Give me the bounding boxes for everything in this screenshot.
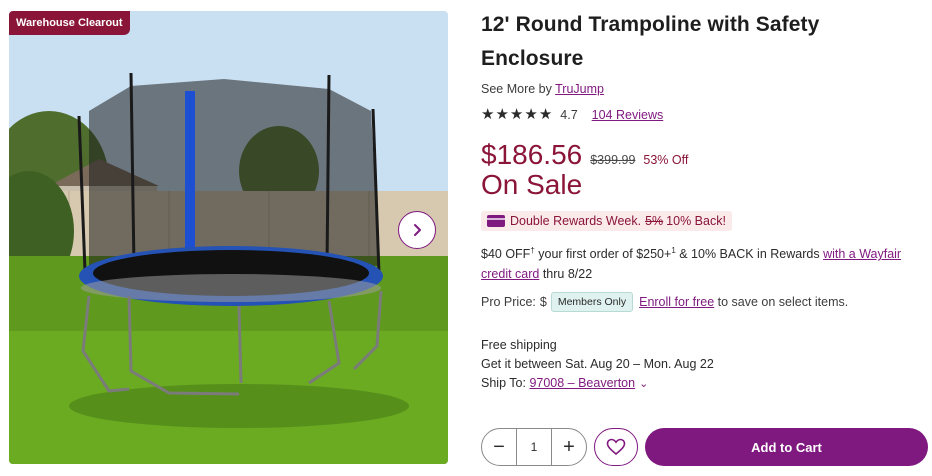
- star-icon: ★: [509, 106, 524, 123]
- star-rating: ★ ★ ★ ★ ★: [481, 107, 552, 122]
- on-sale-label: On Sale: [481, 169, 583, 200]
- product-image-gallery[interactable]: Warehouse Clearout: [9, 11, 448, 464]
- rating-value: 4.7: [560, 107, 578, 122]
- heart-icon: [606, 438, 626, 456]
- see-more-label: See More by: [481, 82, 552, 96]
- brand-link[interactable]: TruJump: [555, 82, 604, 96]
- increase-quantity-button[interactable]: +: [552, 429, 586, 465]
- pro-price-dollar: $: [539, 295, 547, 310]
- offer-text-1: your first order of $250+: [534, 247, 672, 262]
- warehouse-clearout-badge: Warehouse Clearout: [9, 11, 130, 35]
- rewards-new-pct: 10% Back!: [666, 214, 726, 228]
- price-row: $186.56 $399.99 53% Off: [481, 139, 921, 171]
- quantity-input[interactable]: 1: [516, 429, 552, 465]
- quantity-stepper: − 1 +: [481, 428, 587, 466]
- offer-amount: $40 OFF: [481, 247, 531, 262]
- percent-off: 53% Off: [643, 153, 689, 167]
- shipping-info: Free shipping Get it between Sat. Aug 20…: [481, 336, 921, 394]
- reviews-link[interactable]: 104 Reviews: [592, 108, 664, 122]
- add-to-favorites-button[interactable]: [594, 428, 638, 466]
- pro-price-suffix: to save on select items.: [714, 295, 849, 310]
- original-price: $399.99: [590, 153, 636, 167]
- star-icon: ★: [495, 106, 509, 123]
- chevron-down-icon[interactable]: ⌄: [639, 375, 648, 394]
- sale-price: $186.56: [481, 139, 583, 170]
- product-details: 12' Round Trampoline with Safety Enclosu…: [481, 8, 921, 394]
- rewards-label: Double Rewards Week.: [510, 214, 642, 228]
- ship-to-row: Ship To: 97008 – Beaverton ⌄: [481, 374, 921, 394]
- ship-to-label: Ship To:: [481, 376, 526, 391]
- rewards-banner: Double Rewards Week. 5% 10% Back!: [481, 211, 732, 231]
- credit-card-icon: [487, 215, 505, 227]
- offer-text-3: thru 8/22: [539, 267, 593, 282]
- offer-text-2: & 10% BACK in Rewards: [675, 247, 824, 262]
- decrease-quantity-button[interactable]: −: [482, 429, 516, 465]
- purchase-row: − 1 + Add to Cart: [481, 428, 928, 466]
- ship-to-location-link[interactable]: 97008 – Beaverton: [529, 376, 635, 390]
- members-only-badge: Members Only: [550, 292, 634, 313]
- rewards-old-pct: 5%: [645, 214, 664, 228]
- add-to-cart-button[interactable]: Add to Cart: [645, 428, 928, 466]
- pro-price-label: Pro Price:: [481, 295, 536, 310]
- see-more-row: See More by TruJump: [481, 82, 921, 96]
- free-shipping-label: Free shipping: [481, 338, 557, 353]
- product-image: [9, 11, 448, 464]
- pro-price-row: Pro Price: $ Members Only Enroll for fre…: [481, 292, 921, 313]
- delivery-window: Get it between Sat. Aug 20 – Mon. Aug 22: [481, 357, 714, 372]
- next-image-button[interactable]: [398, 211, 436, 249]
- rating-row: ★ ★ ★ ★ ★ 4.7 104 Reviews: [481, 107, 921, 122]
- star-icon: ★: [538, 106, 553, 123]
- product-title: 12' Round Trampoline with Safety Enclosu…: [481, 13, 820, 70]
- star-icon: ★: [481, 106, 495, 123]
- enroll-link[interactable]: Enroll for free: [639, 295, 714, 309]
- credit-card-offer: $40 OFF† your first order of $250+1 & 10…: [481, 241, 921, 284]
- chevron-right-icon: [414, 224, 421, 236]
- star-icon: ★: [524, 106, 538, 123]
